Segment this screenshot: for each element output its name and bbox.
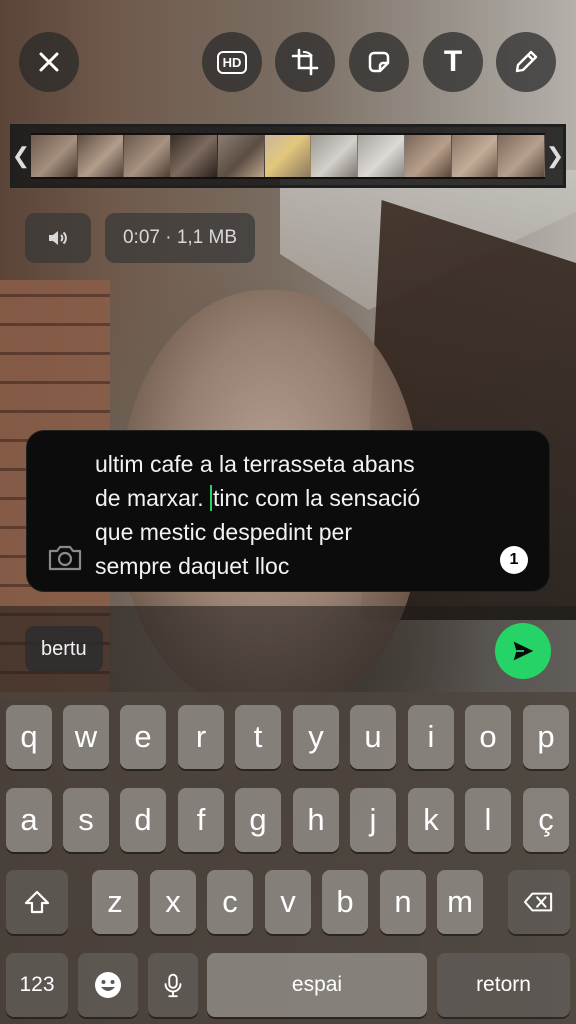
key-c[interactable]: c — [207, 870, 253, 934]
dictation-key[interactable] — [148, 953, 198, 1017]
trim-handle-left[interactable]: ❮ — [12, 133, 30, 179]
mute-button[interactable] — [25, 213, 91, 263]
key-c-cedilla[interactable]: ç — [523, 788, 569, 852]
camera-icon[interactable] — [47, 543, 83, 573]
hd-icon: HD — [216, 50, 248, 74]
key-g[interactable]: g — [235, 788, 281, 852]
recipient-chip[interactable]: bertu — [25, 626, 103, 672]
sticker-icon — [368, 51, 390, 73]
video-duration-size: 0:07 · 1,1 MB — [122, 227, 238, 248]
space-key[interactable]: espai — [207, 953, 427, 1017]
text-icon: T — [443, 45, 463, 78]
sticker-button[interactable] — [349, 32, 409, 92]
numbers-key[interactable]: 123 — [6, 953, 68, 1017]
text-tool-button[interactable]: T — [423, 32, 483, 92]
video-info-chip: 0:07 · 1,1 MB — [105, 213, 255, 263]
caption-line-2-start: de marxar. — [95, 485, 211, 511]
emoji-key[interactable] — [78, 953, 138, 1017]
video-frames — [31, 133, 545, 179]
backspace-key[interactable] — [508, 870, 570, 934]
recipient-bar: bertu — [0, 606, 576, 692]
key-a[interactable]: a — [6, 788, 52, 852]
key-i[interactable]: i — [408, 705, 454, 769]
key-f[interactable]: f — [178, 788, 224, 852]
caption-line-3: que mestic despedint per — [95, 519, 352, 545]
crop-rotate-icon — [291, 48, 319, 76]
key-x[interactable]: x — [150, 870, 196, 934]
key-s[interactable]: s — [63, 788, 109, 852]
speaker-icon — [49, 231, 67, 245]
shift-key[interactable] — [6, 870, 68, 934]
video-trimmer[interactable]: ❮ ❯ — [10, 124, 566, 188]
key-m[interactable]: m — [437, 870, 483, 934]
key-v[interactable]: v — [265, 870, 311, 934]
send-button[interactable] — [495, 623, 551, 679]
key-q[interactable]: q — [6, 705, 52, 769]
caption-input[interactable]: ultim cafe a la terrasseta abans de marx… — [26, 430, 550, 592]
caption-line-4: sempre daquet lloc — [95, 553, 290, 579]
emoji-icon — [95, 972, 121, 998]
close-button[interactable] — [19, 32, 79, 92]
return-key[interactable]: retorn — [437, 953, 570, 1017]
draw-button[interactable] — [496, 32, 556, 92]
crop-rotate-button[interactable] — [275, 32, 335, 92]
key-y[interactable]: y — [293, 705, 339, 769]
caption-line-2: de marxar. tinc com la sensació — [95, 481, 515, 515]
key-p[interactable]: p — [523, 705, 569, 769]
close-icon — [39, 52, 59, 72]
caption-text: ultim cafe a la terrasseta abans de marx… — [95, 447, 515, 583]
editor-toolbar: HD T — [0, 30, 576, 94]
key-d[interactable]: d — [120, 788, 166, 852]
key-r[interactable]: r — [178, 705, 224, 769]
key-o[interactable]: o — [465, 705, 511, 769]
view-once-button[interactable]: 1 — [500, 546, 528, 574]
key-z[interactable]: z — [92, 870, 138, 934]
send-icon — [513, 641, 534, 661]
caption-line-2-end: tinc com la sensació — [213, 485, 421, 511]
text-cursor — [210, 485, 213, 511]
key-w[interactable]: w — [63, 705, 109, 769]
pencil-icon — [515, 50, 538, 73]
keyboard: q w e r t y u i o p a s d f g h j k l ç … — [0, 692, 576, 1024]
key-n[interactable]: n — [380, 870, 426, 934]
key-u[interactable]: u — [350, 705, 396, 769]
recipient-name: bertu — [41, 637, 87, 660]
key-l[interactable]: l — [465, 788, 511, 852]
trim-handle-right[interactable]: ❯ — [546, 133, 564, 179]
key-b[interactable]: b — [322, 870, 368, 934]
microphone-icon — [164, 973, 182, 998]
caption-line-1: ultim cafe a la terrasseta abans — [95, 451, 415, 477]
key-t[interactable]: t — [235, 705, 281, 769]
key-h[interactable]: h — [293, 788, 339, 852]
key-k[interactable]: k — [408, 788, 454, 852]
backspace-icon — [523, 892, 553, 912]
view-once-count: 1 — [509, 551, 519, 568]
hd-button[interactable]: HD — [202, 32, 262, 92]
shift-icon — [24, 890, 50, 914]
key-j[interactable]: j — [350, 788, 396, 852]
key-e[interactable]: e — [120, 705, 166, 769]
